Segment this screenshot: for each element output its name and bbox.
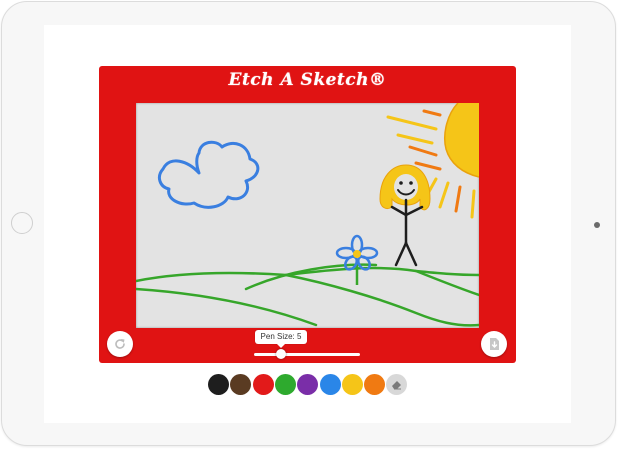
save-button[interactable] [481, 331, 507, 357]
drawing-svg [136, 103, 479, 327]
color-swatch[interactable] [364, 374, 386, 395]
save-download-icon [490, 338, 499, 350]
eraser-button[interactable] [386, 374, 407, 395]
color-swatch[interactable] [297, 374, 319, 395]
color-swatch[interactable] [208, 374, 229, 395]
color-swatch[interactable] [252, 374, 274, 395]
hills-drawing [136, 263, 479, 327]
color-swatch[interactable] [341, 374, 363, 395]
drawing-canvas[interactable] [136, 103, 479, 328]
color-swatch[interactable] [230, 374, 252, 395]
color-swatch[interactable] [319, 374, 341, 395]
eraser-icon [392, 381, 401, 390]
pen-size-slider-thumb[interactable] [275, 349, 286, 359]
reset-button[interactable] [107, 331, 133, 357]
pen-size-tooltip: Pen Size: 5 [255, 330, 307, 348]
etch-a-sketch-frame: Etch A Sketch® Pen Size: 5 [99, 66, 516, 363]
flower-drawing [335, 234, 379, 285]
color-swatch[interactable] [274, 374, 296, 395]
refresh-icon [115, 339, 125, 349]
pen-size-slider[interactable] [254, 349, 360, 359]
stick-figure-drawing [379, 164, 431, 267]
brand-logo: Etch A Sketch® [228, 70, 387, 90]
camera-dot [594, 222, 600, 228]
color-palette [208, 374, 408, 396]
cloud-drawing [157, 140, 260, 209]
home-button[interactable] [11, 212, 33, 234]
